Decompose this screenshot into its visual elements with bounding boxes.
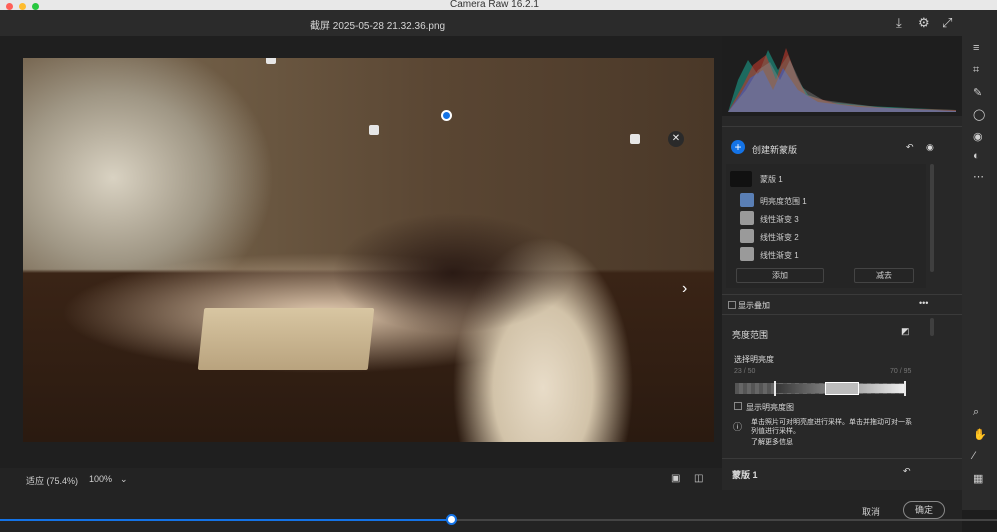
file-name: 截屏 2025-05-28 21.32.36.png [310,21,446,32]
show-luminance-map-checkbox[interactable] [734,402,742,410]
luminance-handle-left[interactable] [774,381,776,396]
mask-label: 线性渐变 2 [760,233,799,242]
divider [722,294,962,295]
histogram [722,36,962,116]
more-options-icon[interactable]: ••• [919,298,928,308]
grid-icon[interactable]: ▦ [973,472,983,485]
zoom-icon[interactable]: ⌕ [973,406,979,419]
timeline-progress [0,519,452,521]
show-overlay-label: 显示叠加 [738,301,770,310]
linear-gradient-thumbnail [740,229,754,243]
timeline-scrubber[interactable] [446,514,457,525]
mask-settings-title: 蒙版 1 [732,470,758,480]
add-mask-icon[interactable]: + [731,140,745,154]
crop-icon[interactable]: ⌗ [973,64,979,77]
range-high-value: 70 / 95 [890,368,912,375]
mask-list-item[interactable]: 线性渐变 1 [726,246,926,264]
masking-icon[interactable]: ◯ [973,108,985,121]
mask-pin-selected[interactable] [441,110,452,121]
video-timeline[interactable] [0,519,997,521]
gear-icon[interactable]: ⚙ [918,15,930,31]
visibility-eye-icon[interactable]: ◉ [926,142,934,153]
red-eye-icon[interactable]: ◉ [973,130,983,143]
create-new-mask-label[interactable]: 创建新蒙版 [752,143,797,156]
hand-icon[interactable]: ✋ [973,428,987,441]
show-luminance-map-label: 显示明亮度图 [746,403,794,412]
luminance-range-title: 亮度范围 [732,330,769,340]
zoom-100-button[interactable]: 100% [89,474,112,484]
document-header: 截屏 2025-05-28 21.32.36.png ⤓ ⚙ ⤢ [0,10,962,36]
presets-icon[interactable]: ◐ [973,150,980,162]
mask-label: 明亮度范围 1 [760,197,807,206]
reset-icon[interactable]: ↶ [906,142,914,153]
ok-button[interactable]: 确定 [903,501,945,519]
mask-label: 线性渐变 1 [760,251,799,260]
masking-panel: + 创建新蒙版 ↶ ◉ 蒙版 1 明亮度范围 1 线性渐变 3 线性渐变 2 线… [722,36,962,490]
mask-pin[interactable] [266,58,276,64]
canvas-bottom-bar: 适应 (75.4%) 100% ⌄ ▣ ◫ [0,468,722,490]
mask-list: 蒙版 1 明亮度范围 1 线性渐变 3 线性渐变 2 线性渐变 1 添加 减去 [726,164,926,288]
add-button[interactable]: 添加 [736,268,824,283]
subtract-button[interactable]: 减去 [854,268,914,283]
window-titlebar: Camera Raw 16.2.1 [0,0,997,10]
book-in-photo [197,308,375,370]
eyedropper-icon[interactable]: ⁄ [973,450,975,462]
minimize-window-button[interactable] [19,3,27,10]
zoom-fit-button[interactable]: 适应 (75.4%) [26,474,78,487]
info-text: 单击照片可对明亮度进行采样。单击并拖动可对一系列值进行采样。 [751,419,912,435]
fullscreen-icon[interactable]: ⤢ [942,15,952,31]
mask-thumbnail [730,171,752,187]
mask-list-item[interactable]: 蒙版 1 [726,170,926,188]
tool-strip: ≡ ⌗ ✎ ◯ ◉ ◐ ⋯ ⌕ ✋ ⁄ ▦ [962,10,997,510]
mask-list-item[interactable]: 线性渐变 2 [726,228,926,246]
luminance-handle-right[interactable] [904,381,906,396]
show-overlay-checkbox[interactable] [728,301,736,309]
info-icon: ⓘ [733,422,743,432]
mask-list-item[interactable]: 明亮度范围 1 [726,192,926,210]
dialog-footer: 取消 确定 [0,490,962,532]
reset-mask-icon[interactable]: ↶ [903,466,911,477]
more-icon[interactable]: ⋯ [973,170,984,183]
luminance-map-icon[interactable]: ◩ [901,326,910,337]
divider [722,314,962,315]
divider [722,126,962,127]
photo-preview[interactable] [23,58,714,442]
mask-label: 线性渐变 3 [760,215,799,224]
cancel-button[interactable]: 取消 [862,505,880,518]
range-low-value: 23 / 50 [734,368,756,375]
histogram-graph [728,48,956,112]
mask-label: 蒙版 1 [760,175,783,184]
luminance-range-selector[interactable] [825,382,859,395]
healing-brush-icon[interactable]: ✎ [973,86,982,99]
sliders-icon[interactable]: ≡ [973,42,979,54]
luminance-range-thumbnail [740,193,754,207]
maximize-window-button[interactable] [32,3,40,10]
close-window-button[interactable] [6,3,13,10]
mask-pin[interactable] [630,134,640,144]
zoom-dropdown-icon[interactable]: ⌄ [120,474,128,485]
select-luminance-label: 选择明亮度 [734,355,774,364]
save-export-icon[interactable]: ⤓ [896,15,902,31]
compare-icon[interactable]: ◫ [694,473,703,484]
linear-gradient-thumbnail [740,247,754,261]
learn-more-link[interactable]: 了解更多信息 [751,437,793,447]
mask-list-item[interactable]: 线性渐变 3 [726,210,926,228]
linear-gradient-thumbnail [740,211,754,225]
divider [722,458,962,459]
view-mode-icon[interactable]: ▣ [671,473,680,484]
image-canvas[interactable]: ✕ › [0,36,722,468]
mask-list-scrollbar[interactable] [930,164,934,272]
settings-scrollbar[interactable] [930,318,934,336]
app-title: Camera Raw 16.2.1 [450,0,539,10]
mask-pin[interactable] [369,125,379,135]
close-icon[interactable]: ✕ [668,131,684,147]
next-arrow-icon[interactable]: › [682,280,687,298]
